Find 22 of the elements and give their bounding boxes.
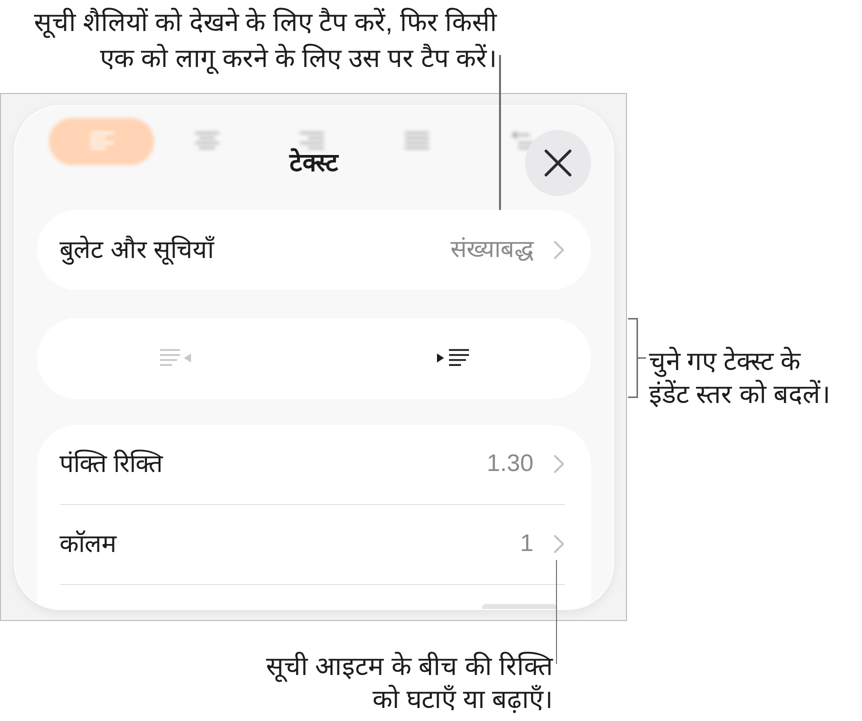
arrow-icon[interactable] (510, 131, 534, 151)
row-label: पंक्ति रिक्ति (60, 448, 162, 480)
callout-text: चुने गए टेक्स्ट के इंडेंट स्तर को बदलें। (649, 345, 831, 411)
align-left-button[interactable] (49, 118, 154, 164)
increase-indent-icon[interactable] (436, 348, 468, 368)
chevron-right-icon (552, 240, 564, 260)
toggle-switch[interactable] (482, 604, 556, 609)
row-value: संख्याबद्ध (450, 234, 534, 264)
chevron-right-icon (552, 454, 564, 474)
align-left-icon (90, 131, 114, 151)
list-style-row[interactable]: बुलेट और सूचियाँ संख्याबद्ध (37, 210, 591, 290)
row-label: बुलेट और सूचियाँ (60, 234, 214, 266)
panel-title: टेक्स्ट (290, 148, 338, 178)
close-icon (544, 148, 572, 176)
row-value: 1.30 (486, 449, 534, 479)
row-value: 1 (520, 529, 534, 559)
callout-text: सूची शैलियों को देखने के लिए टैप करें, फिर किसी एक को लागू करने के लिए उस पर टैप करें। (34, 6, 497, 76)
justify-icon[interactable] (404, 131, 428, 151)
callout-text: सूची आइटम के बीच की रिक्ति को घटाएँ या बढ़ाएँ। (266, 650, 553, 716)
chevron-right-icon (552, 534, 564, 554)
align-center-icon[interactable] (194, 131, 218, 151)
row-label: कॉलम (60, 529, 116, 560)
